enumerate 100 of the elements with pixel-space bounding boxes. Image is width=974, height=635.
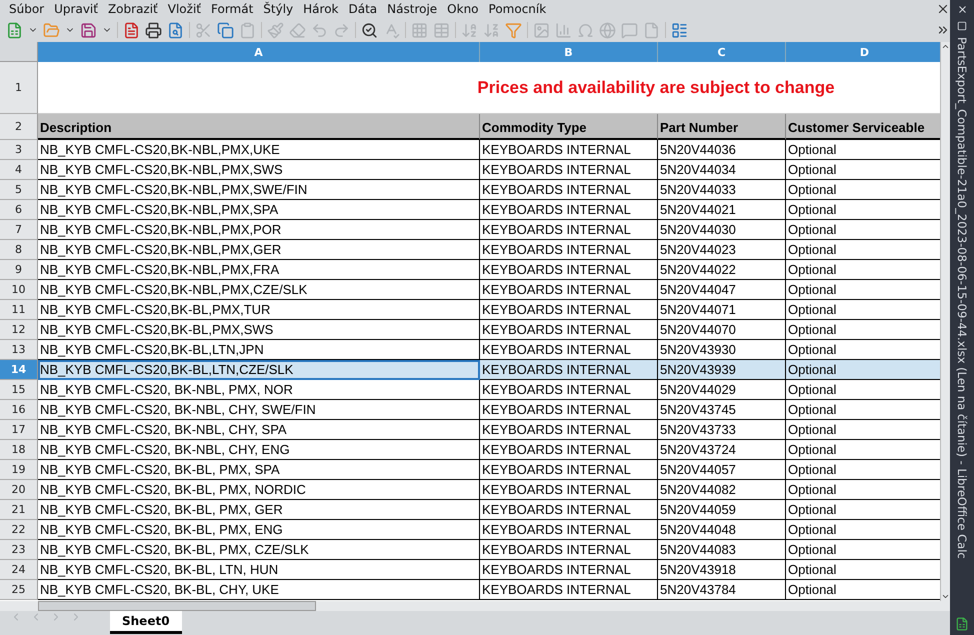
spreadsheet-icon[interactable] bbox=[6, 22, 23, 38]
page-icon[interactable] bbox=[643, 22, 660, 38]
sheet-tab[interactable]: Sheet0 bbox=[110, 611, 182, 634]
table-cell[interactable]: NB_KYB CMFL-CS20,BK-NBL,PMX,POR bbox=[38, 220, 480, 240]
table-cell[interactable]: 5N20V43918 bbox=[658, 560, 786, 580]
omega-icon[interactable] bbox=[577, 22, 594, 38]
row-header[interactable]: 17 bbox=[0, 420, 38, 440]
copy-icon[interactable] bbox=[217, 22, 234, 38]
row-header[interactable]: 20 bbox=[0, 480, 38, 500]
row-header[interactable]: 18 bbox=[0, 440, 38, 460]
row-header[interactable]: 15 bbox=[0, 380, 38, 400]
table-cell[interactable]: NB_KYB CMFL-CS20, BK-BL, PMX, CZE/SLK bbox=[38, 540, 480, 560]
close-icon[interactable] bbox=[936, 2, 950, 16]
table-cell[interactable]: KEYBOARDS INTERNAL bbox=[480, 480, 658, 500]
folder-icon[interactable] bbox=[43, 22, 60, 38]
row-header[interactable]: 4 bbox=[0, 160, 38, 180]
menu-item[interactable]: Vložiť bbox=[162, 2, 206, 16]
table-cell[interactable]: 5N20V44070 bbox=[658, 320, 786, 340]
sort-ascending-icon[interactable] bbox=[461, 22, 478, 38]
table-cell[interactable]: NB_KYB CMFL-CS20,BK-NBL,PMX,GER bbox=[38, 240, 480, 260]
table-cell[interactable]: KEYBOARDS INTERNAL bbox=[480, 260, 658, 280]
table-cell[interactable]: NB_KYB CMFL-CS20, BK-NBL, CHY, SPA bbox=[38, 420, 480, 440]
row-header[interactable]: 11 bbox=[0, 300, 38, 320]
paste-icon[interactable] bbox=[239, 22, 256, 38]
table-cell[interactable]: NB_KYB CMFL-CS20,BK-BL,PMX,SWS bbox=[38, 320, 480, 340]
scroll-thumb[interactable] bbox=[38, 601, 316, 611]
chart-icon[interactable] bbox=[555, 22, 572, 38]
table-cell[interactable]: 5N20V43930 bbox=[658, 340, 786, 360]
cut-icon[interactable] bbox=[195, 22, 212, 38]
row-header[interactable]: 3 bbox=[0, 140, 38, 160]
menu-item[interactable]: Upraviť bbox=[49, 2, 103, 16]
table-cell[interactable]: NB_KYB CMFL-CS20, BK-BL, PMX, ENG bbox=[38, 520, 480, 540]
table-cell[interactable]: KEYBOARDS INTERNAL bbox=[480, 180, 658, 200]
row-header[interactable]: 7 bbox=[0, 220, 38, 240]
row-header[interactable]: 1 bbox=[0, 62, 38, 114]
print-preview-icon[interactable] bbox=[167, 22, 184, 38]
table-cell[interactable]: 5N20V44059 bbox=[658, 500, 786, 520]
close-icon[interactable] bbox=[956, 4, 968, 15]
table-cell[interactable]: 5N20V44023 bbox=[658, 240, 786, 260]
table-cell[interactable]: NB_KYB CMFL-CS20,BK-BL,LTN,CZE/SLK bbox=[38, 360, 480, 380]
row-header[interactable]: 6 bbox=[0, 200, 38, 220]
table-cell[interactable]: 5N20V44082 bbox=[658, 480, 786, 500]
table-cell[interactable]: 5N20V44071 bbox=[658, 300, 786, 320]
sort-descending-icon[interactable] bbox=[483, 22, 500, 38]
table-cell[interactable]: NB_KYB CMFL-CS20,BK-NBL,PMX,FRA bbox=[38, 260, 480, 280]
menu-item[interactable]: Zobraziť bbox=[102, 2, 163, 16]
table-cell[interactable]: KEYBOARDS INTERNAL bbox=[480, 220, 658, 240]
table-cell[interactable]: KEYBOARDS INTERNAL bbox=[480, 280, 658, 300]
table-cell[interactable]: 5N20V44057 bbox=[658, 460, 786, 480]
table-cell[interactable]: 5N20V44083 bbox=[658, 540, 786, 560]
table-cell[interactable]: NB_KYB CMFL-CS20, BK-BL, LTN, HUN bbox=[38, 560, 480, 580]
table-cell[interactable]: KEYBOARDS INTERNAL bbox=[480, 360, 658, 380]
table-cell[interactable]: KEYBOARDS INTERNAL bbox=[480, 300, 658, 320]
row-header[interactable]: 12 bbox=[0, 320, 38, 340]
filter-icon[interactable] bbox=[505, 22, 522, 38]
table-cell[interactable]: KEYBOARDS INTERNAL bbox=[480, 240, 658, 260]
brush-icon[interactable] bbox=[267, 22, 284, 38]
row-header[interactable]: 5 bbox=[0, 180, 38, 200]
row-header[interactable]: 22 bbox=[0, 520, 38, 540]
table-cell[interactable]: NB_KYB CMFL-CS20, BK-BL, PMX, NORDIC bbox=[38, 480, 480, 500]
row-header[interactable]: 25 bbox=[0, 580, 38, 600]
table-cell[interactable]: 5N20V43724 bbox=[658, 440, 786, 460]
table-cell[interactable]: NB_KYB CMFL-CS20,BK-NBL,PMX,SWE/FIN bbox=[38, 180, 480, 200]
find-icon[interactable] bbox=[361, 22, 378, 38]
table-cell[interactable]: KEYBOARDS INTERNAL bbox=[480, 540, 658, 560]
table-cell[interactable]: 5N20V44036 bbox=[658, 140, 786, 160]
row-header[interactable]: 2 bbox=[0, 114, 38, 140]
table-cell[interactable]: 5N20V43939 bbox=[658, 360, 786, 380]
table-cell[interactable]: NB_KYB CMFL-CS20,BK-BL,PMX,TUR bbox=[38, 300, 480, 320]
select-all-corner[interactable] bbox=[0, 42, 38, 62]
row-header[interactable]: 24 bbox=[0, 560, 38, 580]
table-cell[interactable]: 5N20V44033 bbox=[658, 180, 786, 200]
menu-item[interactable]: Nástroje bbox=[382, 2, 442, 16]
comment-icon[interactable] bbox=[621, 22, 638, 38]
table-cell[interactable]: KEYBOARDS INTERNAL bbox=[480, 440, 658, 460]
table-cell[interactable]: NB_KYB CMFL-CS20,BK-BL,LTN,JPN bbox=[38, 340, 480, 360]
table-cell[interactable]: KEYBOARDS INTERNAL bbox=[480, 560, 658, 580]
table-cell[interactable]: NB_KYB CMFL-CS20,BK-NBL,PMX,SPA bbox=[38, 200, 480, 220]
table-cell[interactable]: NB_KYB CMFL-CS20, BK-BL, PMX, SPA bbox=[38, 460, 480, 480]
image-icon[interactable] bbox=[533, 22, 550, 38]
save-icon[interactable] bbox=[80, 22, 97, 38]
table-cell[interactable]: NB_KYB CMFL-CS20, BK-NBL, CHY, SWE/FIN bbox=[38, 400, 480, 420]
redo-icon[interactable] bbox=[333, 22, 350, 38]
menu-item[interactable]: Dáta bbox=[344, 2, 382, 16]
table-cell[interactable]: KEYBOARDS INTERNAL bbox=[480, 580, 658, 600]
table-cell[interactable]: 5N20V43784 bbox=[658, 580, 786, 600]
table-cell[interactable]: NB_KYB CMFL-CS20, BK-BL, CHY, UKE bbox=[38, 580, 480, 600]
row-header[interactable]: 8 bbox=[0, 240, 38, 260]
table-cell[interactable]: 5N20V43745 bbox=[658, 400, 786, 420]
table-cell[interactable]: 5N20V43733 bbox=[658, 420, 786, 440]
table-cell[interactable]: 5N20V44030 bbox=[658, 220, 786, 240]
table-cell[interactable]: NB_KYB CMFL-CS20,BK-NBL,PMX,SWS bbox=[38, 160, 480, 180]
row-header[interactable]: 10 bbox=[0, 280, 38, 300]
row-header[interactable]: 16 bbox=[0, 400, 38, 420]
table-cell[interactable]: NB_KYB CMFL-CS20,BK-NBL,PMX,CZE/SLK bbox=[38, 280, 480, 300]
printer-icon[interactable] bbox=[145, 22, 162, 38]
menu-item[interactable]: Pomocník bbox=[484, 2, 552, 16]
row-header[interactable]: 9 bbox=[0, 260, 38, 280]
table-cell[interactable]: 5N20V44021 bbox=[658, 200, 786, 220]
table-cell[interactable]: KEYBOARDS INTERNAL bbox=[480, 140, 658, 160]
